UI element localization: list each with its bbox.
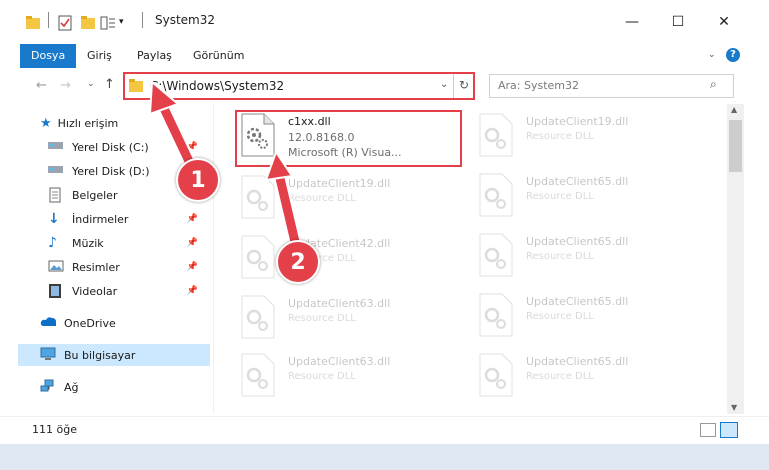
step-badge-2: 2 [276, 240, 320, 284]
annotation-arrows [148, 79, 303, 253]
step-badge-1: 1 [176, 158, 220, 202]
